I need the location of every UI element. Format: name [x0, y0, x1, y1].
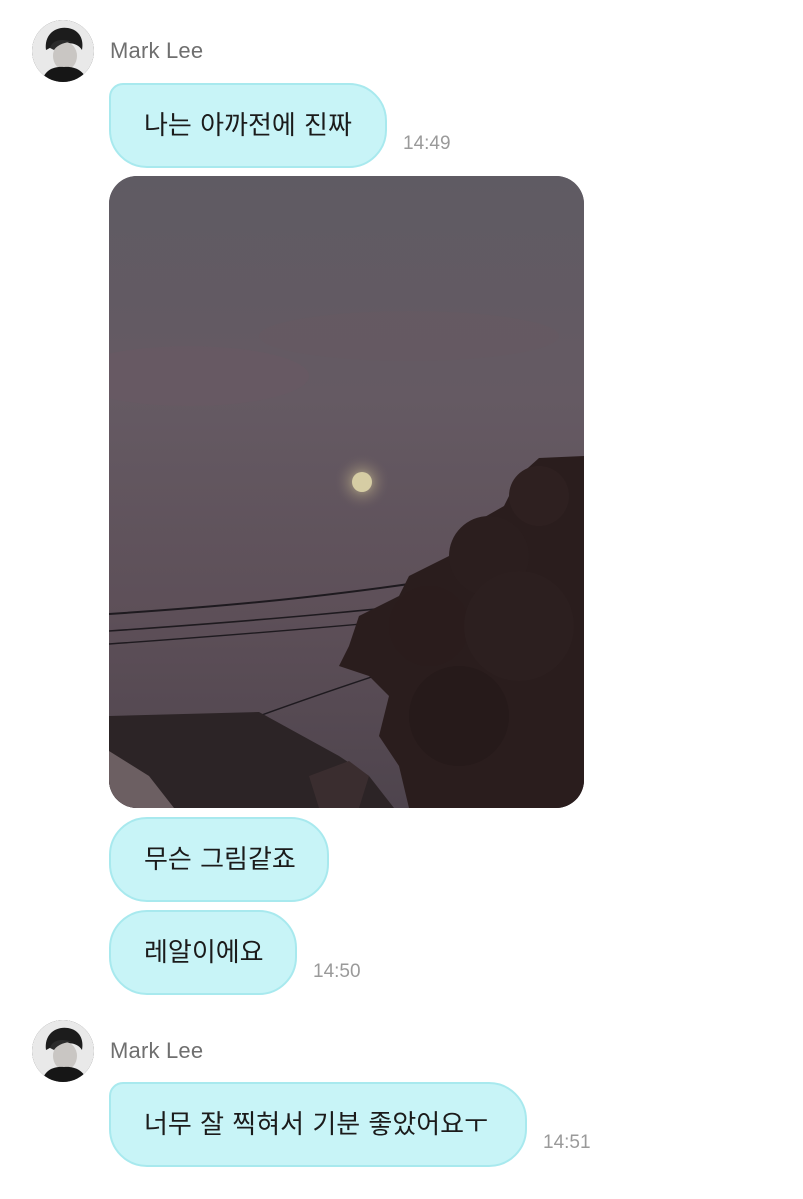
sender-name: Mark Lee	[110, 38, 204, 63]
message-timestamp: 14:50	[313, 961, 361, 982]
message-timestamp: 14:49	[403, 133, 451, 154]
sender-avatar[interactable]	[32, 1020, 94, 1082]
message-bubble[interactable]: 레알이에요	[109, 910, 297, 995]
message-bubble[interactable]: 나는 아까전에 진짜	[109, 83, 387, 168]
message-text: 무슨 그림같죠	[144, 844, 296, 875]
moon-sky-photo-icon	[109, 176, 584, 808]
message-timestamp: 14:51	[543, 1132, 591, 1153]
message-text: 나는 아까전에 진짜	[144, 110, 352, 141]
profile-photo-icon	[32, 1020, 94, 1082]
message-bubble[interactable]: 무슨 그림같죠	[109, 817, 329, 902]
message-bubble[interactable]: 너무 잘 찍혀서 기분 좋았어요ㅜ	[109, 1082, 527, 1167]
image-message[interactable]	[109, 176, 584, 808]
sender-name: Mark Lee	[110, 1038, 204, 1063]
message-text: 너무 잘 찍혀서 기분 좋았어요ㅜ	[144, 1109, 489, 1140]
profile-photo-icon	[32, 20, 94, 82]
message-text: 레알이에요	[144, 937, 264, 968]
sender-avatar[interactable]	[32, 20, 94, 82]
